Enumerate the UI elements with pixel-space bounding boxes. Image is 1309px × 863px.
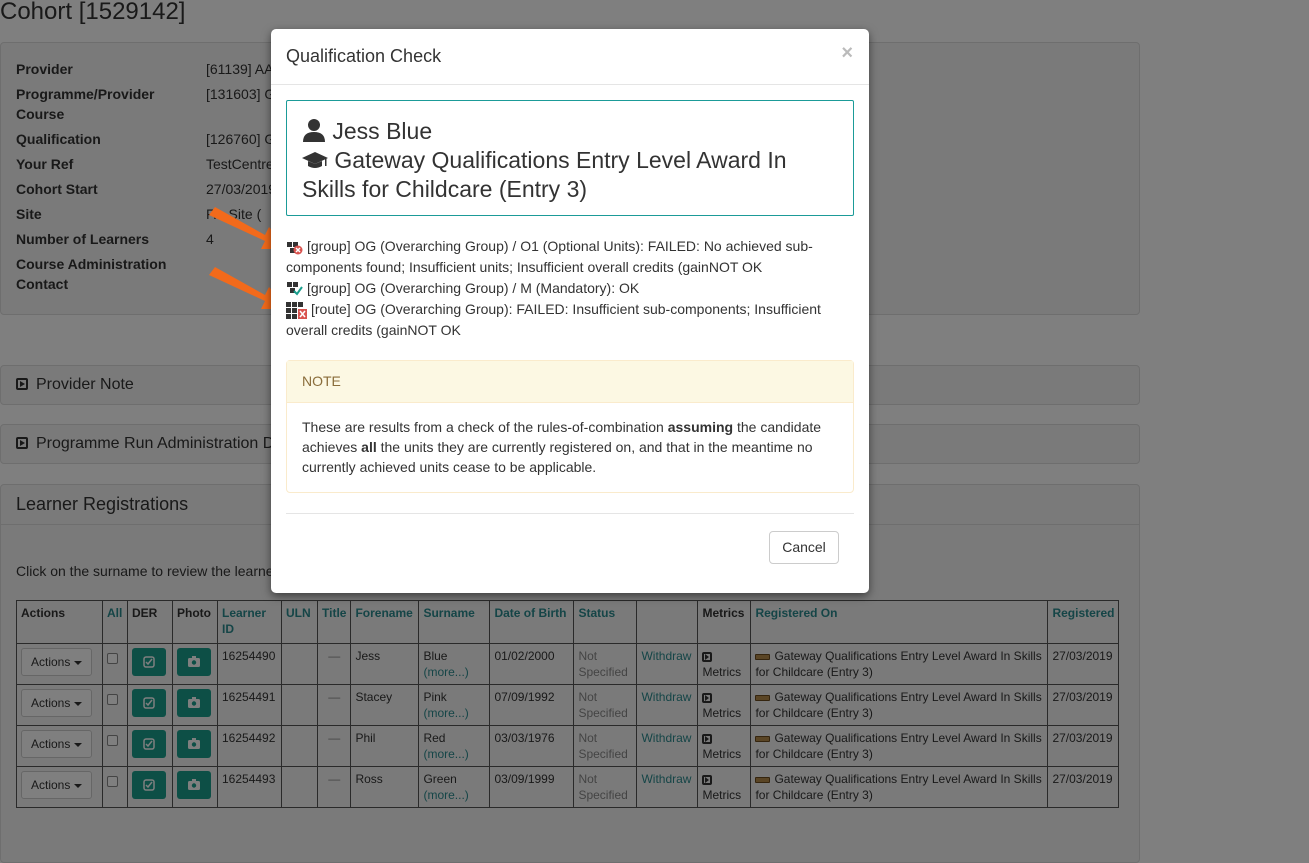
note-panel: NOTE These are results from a check of t… [286,360,854,493]
learner-name: Jess Blue [332,118,433,144]
qualification-name: Gateway Qualifications Entry Level Award… [302,147,787,202]
modal-header: Qualification Check × [271,29,869,85]
result-item: [route] OG (Overarching Group): FAILED: … [286,299,854,341]
learner-name-line: Jess Blue [302,117,838,146]
note-emphasis: all [361,439,377,455]
group-failed-icon [287,242,303,255]
graduation-cap-icon [302,152,328,168]
result-text: [group] OG (Overarching Group) / M (Mand… [307,280,640,296]
result-item: [group] OG (Overarching Group) / O1 (Opt… [286,236,854,278]
note-body: These are results from a check of the ru… [287,403,853,491]
note-emphasis: assuming [667,419,734,435]
user-icon [303,119,325,142]
note-heading: NOTE [287,361,853,403]
result-item: [group] OG (Overarching Group) / M (Mand… [286,278,854,299]
modal-footer: Cancel [286,513,854,564]
qualification-line: Gateway Qualifications Entry Level Award… [302,146,838,204]
check-results: [group] OG (Overarching Group) / O1 (Opt… [286,236,854,341]
note-text: These are results from a check of the ru… [302,419,668,435]
qualification-check-modal: Qualification Check × Jess Blue Gateway … [271,29,869,593]
close-icon[interactable]: × [841,42,853,65]
learner-summary-box: Jess Blue Gateway Qualifications Entry L… [286,100,854,216]
modal-title: Qualification Check [286,46,442,66]
result-text: [route] OG (Overarching Group): FAILED: … [286,301,821,338]
result-text: [group] OG (Overarching Group) / O1 (Opt… [286,238,813,275]
cancel-button[interactable]: Cancel [769,531,839,564]
route-failed-icon [286,301,307,319]
note-text: the units they are currently registered … [302,439,813,475]
group-ok-icon [287,282,303,296]
